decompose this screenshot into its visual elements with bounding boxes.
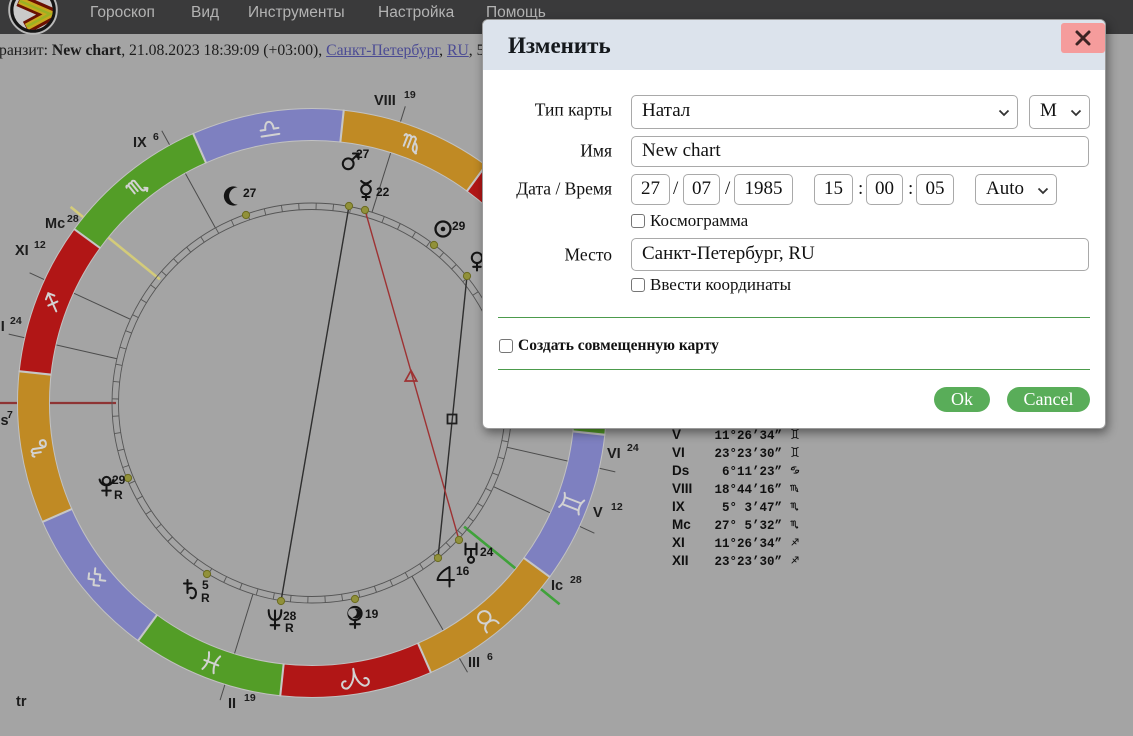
svg-text:R: R [285,621,294,635]
svg-text:16: 16 [456,564,470,578]
svg-text:28: 28 [67,213,79,225]
svg-text:Ic: Ic [551,578,563,594]
svg-text:7: 7 [7,409,13,421]
svg-text:27: 27 [356,147,370,161]
svg-text:19: 19 [404,89,416,101]
svg-text:19: 19 [244,692,256,704]
svg-text:III: III [468,655,480,671]
svg-text:12: 12 [611,501,623,513]
svg-text:XI: XI [15,243,29,259]
svg-text:6: 6 [487,651,493,663]
svg-text:VI: VI [607,446,621,462]
svg-text:28: 28 [570,574,582,586]
svg-text:VIII: VIII [374,93,396,109]
svg-text:R: R [201,591,210,605]
svg-text:29: 29 [452,219,466,233]
svg-text:24: 24 [627,442,639,454]
svg-text:Mc: Mc [45,216,65,232]
svg-text:29: 29 [112,473,126,487]
svg-text:tr: tr [16,694,27,710]
svg-text:24: 24 [10,315,22,327]
svg-text:27: 27 [243,186,257,200]
svg-text:19: 19 [365,607,379,621]
svg-text:R: R [114,488,123,502]
svg-text:XII: XII [0,319,5,335]
svg-text:12: 12 [34,239,46,251]
svg-text:II: II [228,696,236,712]
svg-text:V: V [593,505,603,521]
svg-text:22: 22 [376,185,390,199]
svg-text:24: 24 [480,545,494,559]
svg-text:5: 5 [202,578,209,592]
svg-text:6: 6 [153,131,159,143]
svg-text:IX: IX [133,135,147,151]
